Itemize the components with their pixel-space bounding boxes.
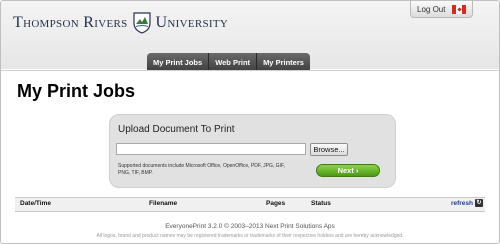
- app-window: Thompson Rivers University Log Out My Pr…: [0, 0, 500, 244]
- header: Thompson Rivers University Log Out My Pr…: [1, 1, 499, 71]
- logo-text-left: Thompson Rivers: [13, 14, 128, 31]
- tru-crest-icon: [132, 12, 151, 34]
- tab-my-print-jobs[interactable]: My Print Jobs: [147, 53, 210, 71]
- file-path-input[interactable]: [116, 143, 306, 155]
- next-button[interactable]: Next ›: [316, 164, 380, 177]
- browse-button[interactable]: Browse...: [310, 143, 348, 156]
- upload-title: Upload Document To Print: [118, 124, 235, 135]
- tab-my-printers[interactable]: My Printers: [257, 53, 310, 71]
- header-divider: [1, 70, 499, 71]
- refresh-link[interactable]: refresh: [451, 200, 473, 207]
- column-status: Status: [311, 200, 331, 207]
- column-pages: Pages: [266, 200, 286, 207]
- refresh-icon[interactable]: ↻: [475, 199, 483, 207]
- supported-formats-text: Supported documents include Microsoft Of…: [118, 163, 285, 176]
- jobs-table-header: Date/Time Filename Pages Status refresh …: [15, 197, 485, 212]
- page-title: My Print Jobs: [17, 81, 136, 101]
- logo-text-right: University: [155, 14, 229, 31]
- university-logo[interactable]: Thompson Rivers University: [13, 12, 228, 34]
- footer-copyright: EveryonePrint 3.2.0 © 2003–2013 Next Pri…: [165, 223, 335, 230]
- canada-flag-icon: [452, 4, 466, 14]
- nav-tabs: My Print Jobs Web Print My Printers: [147, 53, 310, 71]
- footer-disclaimer: All logos, brand and product names may b…: [96, 233, 404, 239]
- column-filename: Filename: [149, 200, 178, 207]
- logout-button[interactable]: Log Out: [410, 1, 473, 18]
- column-date-time: Date/Time: [20, 200, 51, 207]
- upload-panel: Upload Document To Print Browse... Suppo…: [109, 114, 396, 188]
- tab-web-print[interactable]: Web Print: [209, 53, 258, 71]
- logout-label: Log Out: [417, 4, 446, 14]
